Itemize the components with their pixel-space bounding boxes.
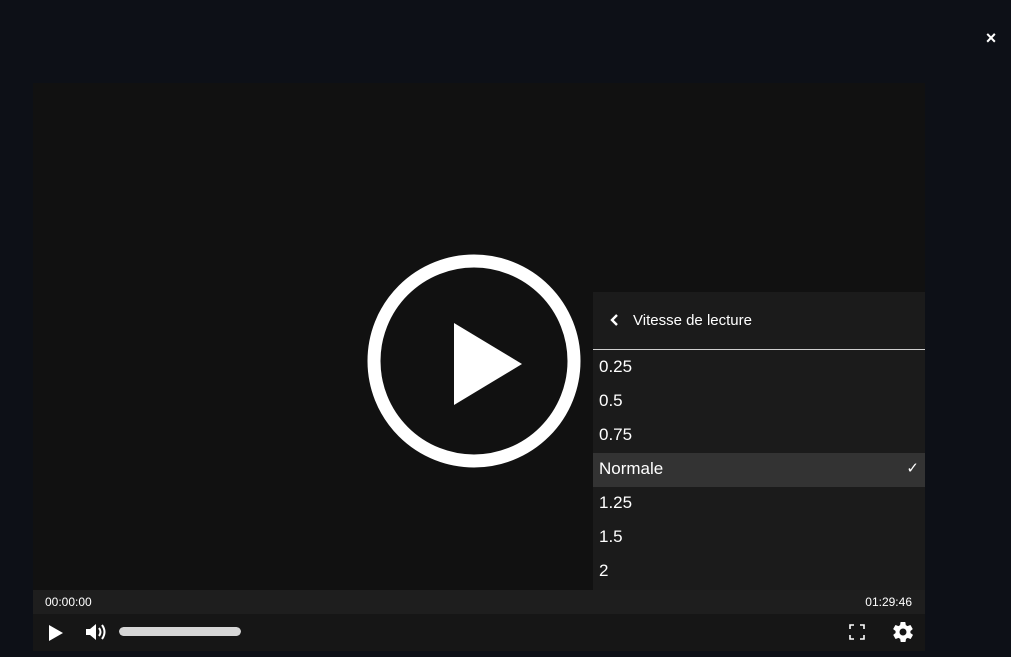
control-bar: [33, 614, 925, 651]
progress-bar[interactable]: 00:00:00 01:29:46: [33, 590, 925, 614]
speed-option-label: 1.5: [599, 527, 623, 546]
volume-level-fill: [119, 627, 241, 636]
speed-option[interactable]: 0.25: [593, 351, 925, 385]
video-player: Vitesse de lecture 0.25 0.5 0.75 Normale…: [33, 83, 925, 651]
close-button[interactable]: ×: [980, 27, 1002, 49]
speed-option-label: 1.25: [599, 493, 633, 512]
speed-option[interactable]: 0.5: [593, 385, 925, 419]
fullscreen-icon[interactable]: [849, 624, 865, 640]
close-icon: ×: [985, 28, 997, 48]
speed-menu-title: Vitesse de lecture: [633, 312, 752, 329]
speed-option[interactable]: 0.75: [593, 419, 925, 453]
volume-slider[interactable]: [119, 627, 241, 636]
play-icon[interactable]: [48, 624, 64, 642]
current-time: 00:00:00: [45, 595, 92, 609]
gear-icon[interactable]: [891, 620, 915, 644]
video-modal-overlay: × Vitesse de lecture 0.25 0.5 0.75 Norma…: [0, 0, 1011, 657]
speed-option-label: 0.25: [599, 357, 633, 376]
volume-icon[interactable]: [85, 622, 109, 642]
duration-time: 01:29:46: [865, 595, 912, 609]
speed-option-selected[interactable]: Normale ✓: [593, 453, 925, 487]
speed-option[interactable]: 1.5: [593, 521, 925, 555]
playback-speed-menu: Vitesse de lecture 0.25 0.5 0.75 Normale…: [593, 292, 925, 590]
speed-option[interactable]: 1.25: [593, 487, 925, 521]
speed-option-label: 0.75: [599, 425, 633, 444]
speed-option-label: Normale: [599, 459, 664, 478]
speed-menu-back-button[interactable]: Vitesse de lecture: [593, 292, 925, 350]
speed-option[interactable]: 2: [593, 555, 925, 589]
speed-option-label: 2: [599, 561, 609, 580]
speed-option-label: 0.5: [599, 391, 623, 410]
checkmark-icon: ✓: [906, 460, 919, 477]
chevron-left-icon: [610, 314, 618, 326]
speed-options-list: 0.25 0.5 0.75 Normale ✓ 1.25 1.5 2: [593, 351, 925, 589]
play-circle-icon[interactable]: [366, 253, 582, 469]
